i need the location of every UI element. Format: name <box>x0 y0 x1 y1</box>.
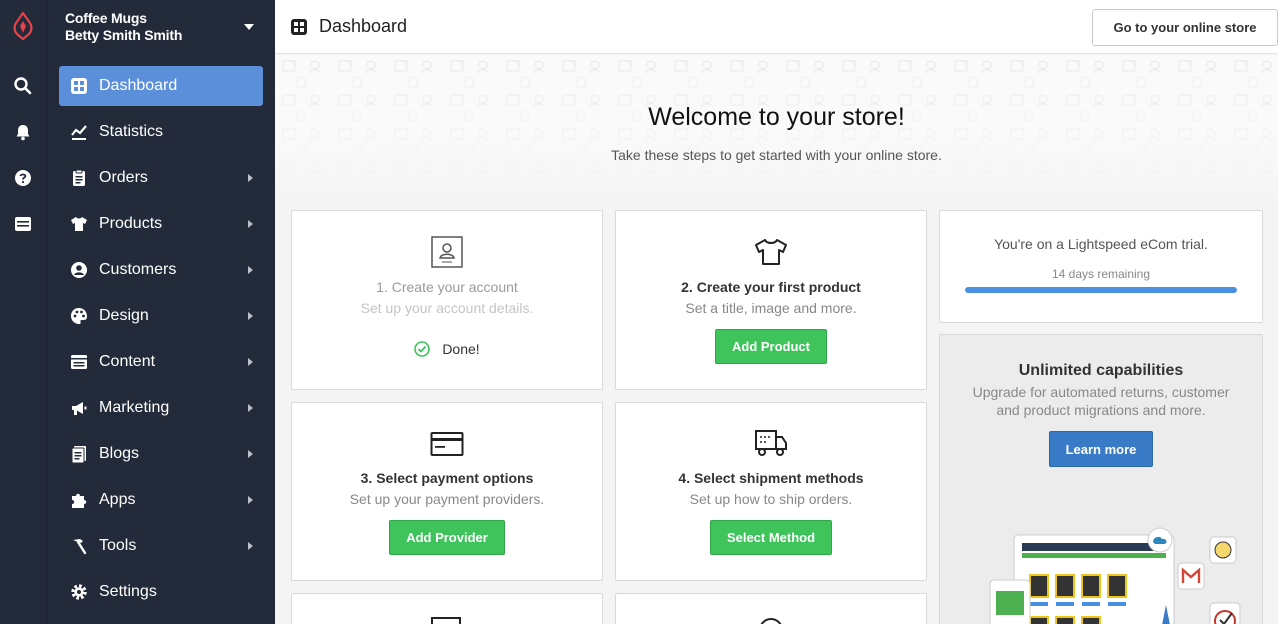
chevron-right-icon <box>248 358 253 366</box>
step-title: 1. Create your account <box>376 279 518 295</box>
user-name: Betty Smith Smith <box>65 27 183 43</box>
chevron-right-icon <box>248 496 253 504</box>
truck-icon <box>755 430 787 456</box>
nav-item-design[interactable]: Design <box>59 296 263 336</box>
statistics-icon <box>69 122 89 142</box>
icon-rail <box>0 0 47 624</box>
nav-label: Statistics <box>99 123 164 140</box>
bell-icon[interactable] <box>13 122 33 142</box>
upgrade-title: Unlimited capabilities <box>1018 362 1184 379</box>
help-icon[interactable] <box>13 168 33 188</box>
nav-item-marketing[interactable]: Marketing <box>59 388 263 428</box>
nav-item-apps[interactable]: Apps <box>59 480 263 520</box>
hammer-icon <box>69 536 89 556</box>
tshirt-icon <box>69 214 89 234</box>
orders-icon <box>69 168 89 188</box>
step-icon <box>431 617 461 624</box>
go-to-online-store-button[interactable]: Go to your online store <box>1092 9 1278 46</box>
welcome-subtitle: Take these steps to get started with you… <box>611 147 942 163</box>
done-label: Done! <box>442 341 480 357</box>
trial-days-remaining: 14 days remaining <box>1051 267 1151 281</box>
welcome-title: Welcome to your store! <box>648 103 905 131</box>
lightspeed-logo[interactable] <box>12 12 34 40</box>
megaphone-icon <box>69 398 89 418</box>
top-header: Dashboard Go to your online store <box>275 0 1278 54</box>
nav-item-tools[interactable]: Tools <box>59 526 263 566</box>
nav-item-settings[interactable]: Settings <box>59 572 263 612</box>
step-description: Set a title, image and more. <box>685 300 857 316</box>
step-icon <box>760 618 782 624</box>
credit-card-icon <box>430 432 464 456</box>
step-card-create-product: 2. Create your first product Set a title… <box>615 210 927 390</box>
step-card-next <box>615 593 927 624</box>
step-description: Set up your account details. <box>360 300 534 316</box>
billing-icon[interactable] <box>13 214 33 234</box>
chevron-right-icon <box>248 542 253 550</box>
nav-label: Marketing <box>99 399 170 416</box>
account-icon <box>431 236 463 268</box>
add-product-button[interactable]: Add Product <box>715 329 827 364</box>
chevron-right-icon <box>248 312 253 320</box>
trial-card: You're on a Lightspeed eCom trial. 14 da… <box>939 210 1263 323</box>
done-status: Done! <box>292 341 602 357</box>
nav-item-content[interactable]: Content <box>59 342 263 382</box>
nav-item-statistics[interactable]: Statistics <box>59 112 263 152</box>
nav-item-customers[interactable]: Customers <box>59 250 263 290</box>
apps-icon <box>69 490 89 510</box>
nav-label: Design <box>99 307 149 324</box>
step-title: 2. Create your first product <box>681 279 861 295</box>
nav-label: Orders <box>99 169 148 186</box>
nav-item-products[interactable]: Products <box>59 204 263 244</box>
step-description: Set up how to ship orders. <box>689 491 853 507</box>
chevron-right-icon <box>248 266 253 274</box>
step-description: Set up your payment providers. <box>349 491 545 507</box>
store-name: Coffee Mugs <box>65 10 147 26</box>
trial-message: You're on a Lightspeed eCom trial. <box>994 236 1208 252</box>
step-card-next <box>291 593 603 624</box>
nav-label: Products <box>99 215 163 232</box>
nav-label: Tools <box>99 537 137 554</box>
search-icon[interactable] <box>13 76 33 96</box>
add-provider-button[interactable]: Add Provider <box>389 520 505 555</box>
chevron-right-icon <box>248 450 253 458</box>
blog-icon <box>69 444 89 464</box>
step-title: 4. Select shipment methods <box>678 470 864 486</box>
nav-item-dashboard[interactable]: Dashboard <box>59 66 263 106</box>
nav-label: Content <box>99 353 156 370</box>
select-method-button[interactable]: Select Method <box>710 520 832 555</box>
chevron-right-icon <box>248 174 253 182</box>
store-switcher[interactable]: Coffee Mugs Betty Smith Smith <box>65 10 182 44</box>
check-circle-icon <box>414 341 431 357</box>
step-card-create-account: 1. Create your account Set up your accou… <box>291 210 603 390</box>
dashboard-icon <box>291 19 307 35</box>
dashboard-icon <box>69 76 89 96</box>
chevron-right-icon <box>248 404 253 412</box>
step-card-payment-options: 3. Select payment options Set up your pa… <box>291 402 603 581</box>
sidebar: Coffee Mugs Betty Smith Smith Dashboard … <box>47 0 275 624</box>
palette-icon <box>69 306 89 326</box>
gear-icon <box>69 582 89 602</box>
nav-item-blogs[interactable]: Blogs <box>59 434 263 474</box>
page-title: Dashboard <box>319 16 408 36</box>
trial-progress-fill <box>965 287 1237 293</box>
step-title: 3. Select payment options <box>360 470 534 486</box>
nav-label: Blogs <box>99 445 140 462</box>
step-card-shipment-methods: 4. Select shipment methods Set up how to… <box>615 402 927 581</box>
nav-label: Dashboard <box>99 77 178 94</box>
nav-label: Settings <box>99 583 157 600</box>
caret-down-icon[interactable] <box>244 24 254 30</box>
tshirt-icon <box>755 239 787 265</box>
integrations-illustration <box>989 527 1241 624</box>
nav-item-orders[interactable]: Orders <box>59 158 263 198</box>
upgrade-description: Upgrade for automated returns, customer … <box>972 384 1230 418</box>
trial-progress-bar <box>965 287 1237 293</box>
chevron-right-icon <box>248 220 253 228</box>
customer-icon <box>69 260 89 280</box>
nav-label: Apps <box>99 491 136 508</box>
main-content: Welcome to your store! Take these steps … <box>275 55 1278 624</box>
upgrade-card: Unlimited capabilities Upgrade for autom… <box>939 334 1263 624</box>
content-icon <box>69 352 89 372</box>
learn-more-button[interactable]: Learn more <box>1049 431 1153 467</box>
nav-label: Customers <box>99 261 177 278</box>
